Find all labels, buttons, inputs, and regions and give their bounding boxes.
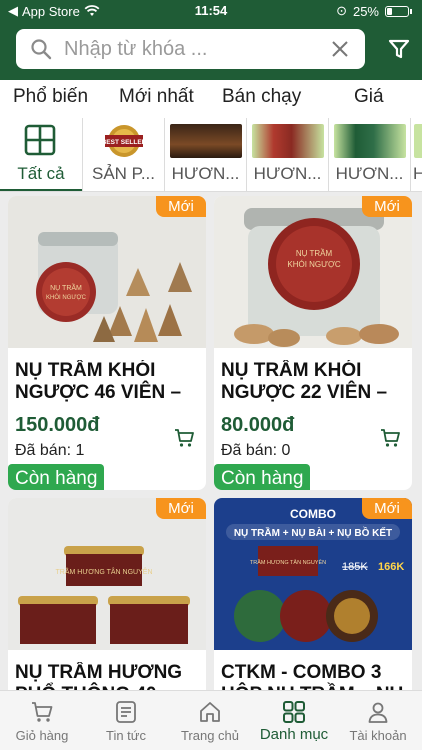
category-thumb [334, 124, 406, 158]
product-grid: NỤ TRẦM KHÓI NGƯỢC Mới NỤ TRẦM KHÓI NGƯỢ… [0, 192, 422, 690]
category-item[interactable]: HƯƠN... [328, 118, 410, 191]
product-sold: Đã bán: 0 [221, 442, 291, 459]
status-bar: ◀ App Store 11:54 ⊙ 25% [0, 0, 422, 22]
product-image: NỤ TRẦM KHÓI NGƯỢC [8, 196, 206, 348]
add-to-cart-icon[interactable] [174, 428, 194, 448]
category-item[interactable]: H [410, 118, 422, 191]
new-badge: Mới [362, 196, 412, 217]
sort-newest[interactable]: Mới nhất [119, 86, 194, 108]
product-price: 80.000đ [221, 414, 295, 436]
battery-percent: 25% [352, 3, 379, 19]
home-icon [200, 702, 220, 722]
category-item[interactable]: HƯƠN... [164, 118, 246, 191]
svg-text:185K: 185K [342, 561, 368, 573]
category-label: Tất cả [17, 164, 65, 183]
add-to-cart-icon[interactable] [380, 428, 400, 448]
sort-bestselling[interactable]: Bán chạy [222, 86, 301, 108]
category-strip: Tất cả BEST SELLER SẢN P... HƯƠN... HƯƠN… [0, 118, 422, 192]
category-thumb [414, 124, 422, 158]
in-stock-badge: Còn hàng [8, 464, 105, 490]
category-icon [283, 701, 305, 723]
nav-label: Tin tức [105, 728, 146, 743]
nav-label: Tài khoản [349, 728, 407, 743]
category-label: HƯƠN... [253, 164, 322, 183]
category-all[interactable]: Tất cả [0, 118, 82, 191]
category-thumb [170, 124, 242, 158]
bottom-nav: Giỏ hàng Tin tức Trang chủ Danh mục Tài … [0, 690, 422, 750]
nav-label: Trang chủ [180, 728, 240, 743]
battery-icon [385, 5, 409, 17]
svg-text:NỤ TRẦM + NỤ BÀI + NỤ BỒ KẾT: NỤ TRẦM + NỤ BÀI + NỤ BỒ KẾT [234, 526, 392, 539]
news-icon [116, 701, 136, 723]
filter-icon[interactable] [388, 38, 410, 60]
nav-cart[interactable]: Giỏ hàng [0, 691, 84, 750]
product-image: TRẦM HƯƠNG TÂN NGUYÊN [8, 498, 206, 650]
account-icon [368, 702, 388, 723]
product-price: 150.000đ [15, 414, 100, 436]
app-header: ◀ App Store 11:54 ⊙ 25% Nhập từ khóa ... [0, 0, 422, 80]
grid-icon [24, 124, 56, 156]
product-card[interactable]: TRẦM HƯƠNG TÂN NGUYÊN Mới NỤ TRẦM HƯƠNG … [8, 498, 206, 690]
new-badge: Mới [362, 498, 412, 519]
product-name: NỤ TRẦM KHÓI NGƯỢC 22 VIÊN – [221, 360, 388, 403]
svg-text:KHÓI NGƯỢC: KHÓI NGƯỢC [46, 294, 87, 301]
category-item[interactable]: HƯƠN... [246, 118, 328, 191]
nav-category[interactable]: Danh mục [252, 691, 336, 750]
search-bar[interactable]: Nhập từ khóa ... [16, 29, 365, 69]
sort-tabs: Phổ biến Mới nhất Bán chạy Giá [0, 80, 422, 116]
category-item[interactable]: BEST SELLER SẢN P... [82, 118, 164, 191]
product-image: NỤ TRẦM KHÓI NGƯỢC [214, 196, 412, 348]
product-name: NỤ TRẦM HƯƠNG PHỔ THÔNG 40 [15, 662, 183, 690]
search-input[interactable]: Nhập từ khóa ... [64, 38, 331, 61]
nav-home[interactable]: Trang chủ [168, 691, 252, 750]
nav-label: Danh mục [259, 726, 329, 743]
sort-price[interactable]: Giá [354, 86, 384, 108]
category-label: HƯƠN... [335, 164, 404, 183]
svg-text:TRẦM HƯƠNG TÂN NGUYÊN: TRẦM HƯƠNG TÂN NGUYÊN [250, 558, 326, 566]
in-stock-badge: Còn hàng [214, 464, 311, 490]
product-name: NỤ TRẦM KHÓI NGƯỢC 46 VIÊN – [15, 360, 182, 403]
nav-news[interactable]: Tin tức [84, 691, 168, 750]
category-label: SẢN P... [92, 164, 155, 183]
svg-text:166K: 166K [378, 561, 404, 573]
svg-text:KHÓI NGƯỢC: KHÓI NGƯỢC [287, 260, 340, 269]
new-badge: Mới [156, 196, 206, 217]
new-badge: Mới [156, 498, 206, 519]
svg-text:COMBO: COMBO [290, 507, 336, 521]
nav-account[interactable]: Tài khoản [336, 691, 420, 750]
product-name: CTKM - COMBO 3 HỘP NỤ TRẦM – NỤ [221, 662, 403, 690]
category-thumb [252, 124, 324, 158]
best-seller-thumb: BEST SELLER [102, 125, 147, 157]
thumb-text: BEST SELLER [102, 139, 147, 146]
category-label: HƯƠN... [171, 164, 240, 183]
nav-label: Giỏ hàng [15, 728, 69, 743]
cart-icon [32, 702, 53, 722]
product-card[interactable]: COMBO NỤ TRẦM + NỤ BÀI + NỤ BỒ KẾT TRẦM … [214, 498, 412, 690]
clear-icon[interactable] [331, 40, 349, 58]
product-image: COMBO NỤ TRẦM + NỤ BÀI + NỤ BỒ KẾT TRẦM … [214, 498, 412, 650]
orientation-lock-icon: ⊙ [336, 3, 347, 18]
product-card[interactable]: NỤ TRẦM KHÓI NGƯỢC Mới NỤ TRẦM KHÓI NGƯỢ… [214, 196, 412, 490]
category-label: H [411, 164, 422, 184]
search-icon [31, 39, 52, 60]
svg-text:NỤ TRẦM: NỤ TRẦM [296, 248, 333, 258]
product-sold: Đã bán: 1 [15, 442, 85, 459]
product-card[interactable]: NỤ TRẦM KHÓI NGƯỢC Mới NỤ TRẦM KHÓI NGƯỢ… [8, 196, 206, 490]
sort-popular[interactable]: Phổ biến [13, 86, 88, 108]
